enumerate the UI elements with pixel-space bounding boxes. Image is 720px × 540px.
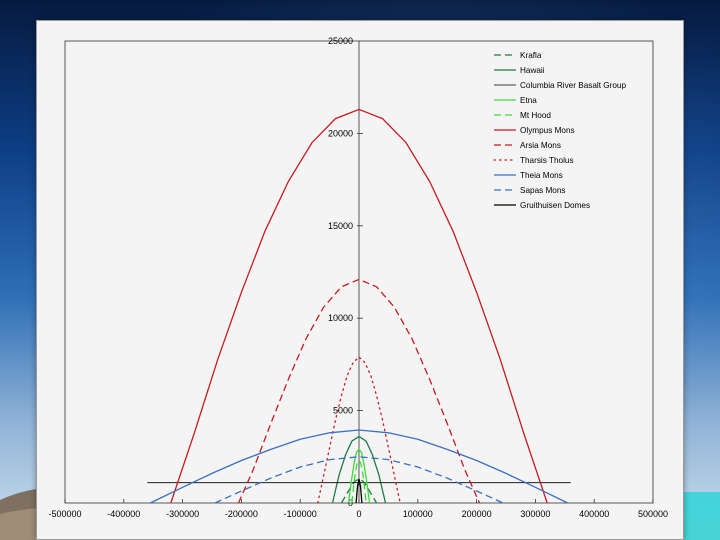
chart-panel: -500000 -400000 -300000 -200000 -100000 0 1000…	[36, 20, 684, 540]
panel-frame	[36, 20, 684, 540]
